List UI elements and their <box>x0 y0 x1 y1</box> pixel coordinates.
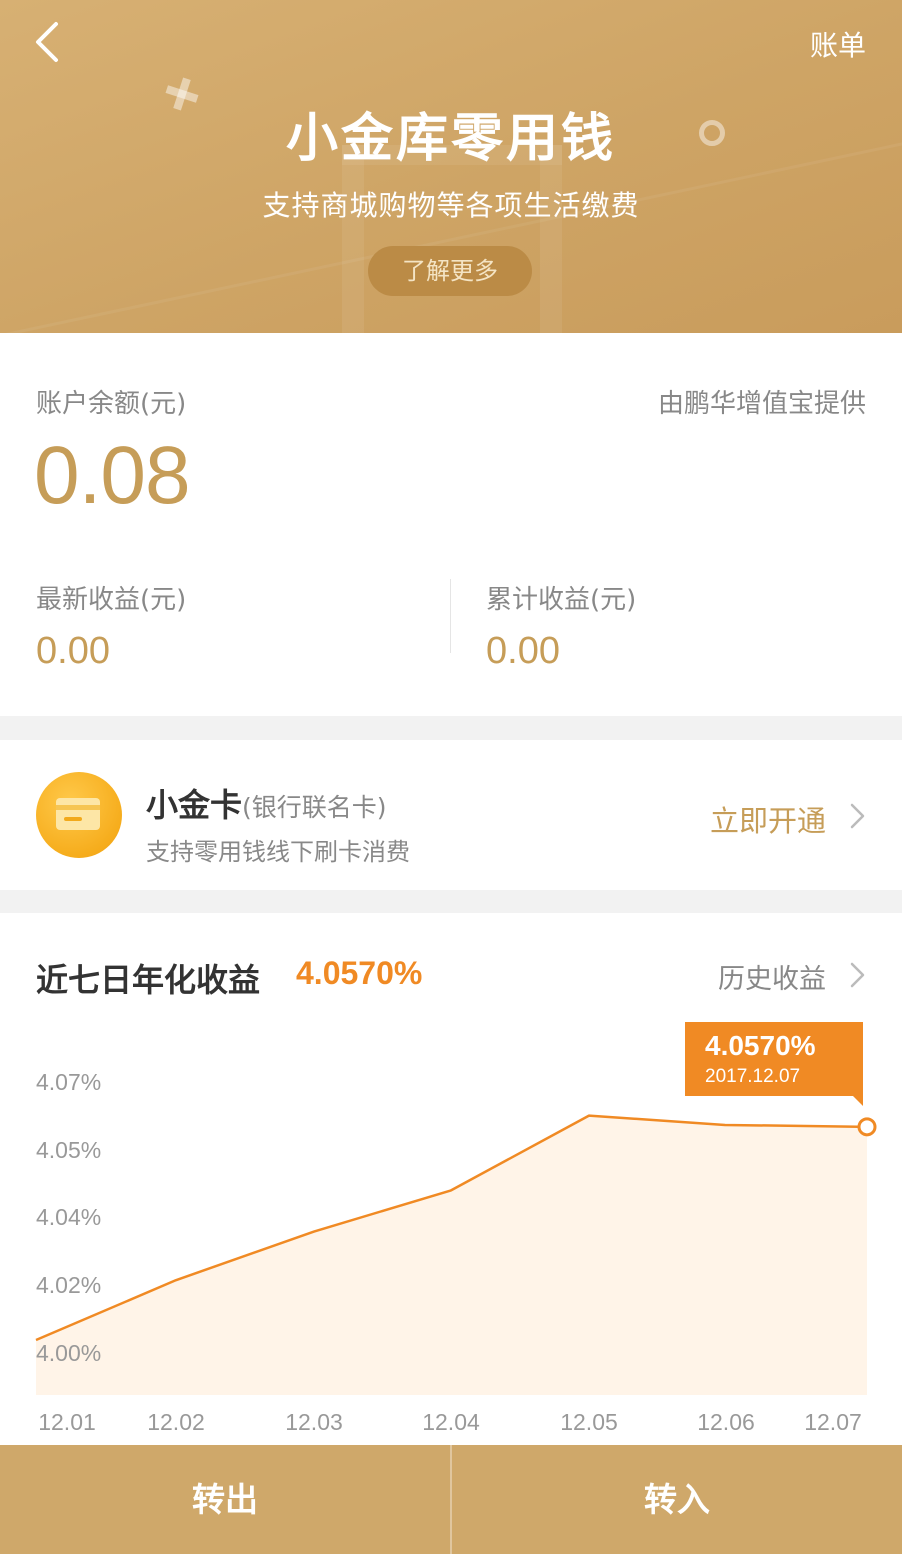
promo-title-main: 小金卡 <box>146 786 243 824</box>
open-now-link[interactable]: 立即开通 <box>710 798 826 840</box>
balance-label: 账户余额(元) <box>36 389 187 419</box>
x-tick-label: 12.05 <box>560 1409 618 1435</box>
bank-card-icon <box>36 772 122 858</box>
latest-earnings: 最新收益(元) 0.00 <box>36 579 186 673</box>
page-title: 小金库零用钱 <box>285 109 616 169</box>
x-tick-label: 12.01 <box>38 1409 96 1435</box>
yield-line-chart: 4.07% 4.05% 4.04% 4.02% 4.00% 12.01 12.02 12.03… <box>35 1069 877 1435</box>
promo-title-note: (银行联名卡) <box>242 793 387 822</box>
latest-earnings-value: 0.00 <box>36 630 110 672</box>
bottom-action-bar: 转出 转入 <box>0 1445 902 1554</box>
bill-link[interactable]: 账单 <box>810 24 866 64</box>
latest-earnings-label: 最新收益(元) <box>36 585 187 615</box>
total-earnings-value: 0.00 <box>486 630 560 672</box>
promo-description: 支持零用钱线下刷卡消费 <box>146 838 410 866</box>
tooltip-rate: 4.0570% <box>705 1030 816 1061</box>
x-tick-label: 12.04 <box>422 1409 480 1435</box>
x-tick-label: 12.03 <box>285 1409 343 1435</box>
total-earnings: 累计收益(元) 0.00 <box>486 579 636 673</box>
gold-card-promo[interactable]: 小金卡(银行联名卡) 支持零用钱线下刷卡消费 立即开通 <box>0 740 902 890</box>
y-tick-label: 4.04% <box>36 1204 101 1230</box>
highlight-point <box>857 1117 877 1137</box>
total-earnings-label: 累计收益(元) <box>486 585 637 615</box>
x-tick-label: 12.06 <box>697 1409 755 1435</box>
promo-title: 小金卡(银行联名卡) <box>146 780 387 826</box>
banner-decoration <box>540 145 562 333</box>
y-tick-label: 4.07% <box>36 1069 101 1095</box>
transfer-out-button[interactable]: 转出 <box>0 1445 450 1554</box>
x-tick-label: 12.07 <box>804 1409 862 1435</box>
back-button[interactable] <box>30 18 70 66</box>
y-tick-label: 4.05% <box>36 1137 101 1163</box>
yield-chart-card: 近七日年化收益 4.0570% 历史收益 4.07% 4.05% 4.04% 4.02… <box>0 913 902 1445</box>
header-banner: 账单 小金库零用钱 支持商城购物等各项生活缴费 了解更多 <box>0 0 902 333</box>
y-tick-label: 4.00% <box>36 1340 101 1366</box>
learn-more-button[interactable]: 了解更多 <box>368 246 532 296</box>
tooltip-date: 2017.12.07 <box>705 1066 801 1087</box>
banner-decoration <box>342 145 364 333</box>
balance-value: 0.08 <box>34 430 191 521</box>
chevron-left-icon <box>36 22 58 62</box>
chart-tooltip: 4.0570% 2017.12.07 <box>685 1022 863 1106</box>
x-tick-label: 12.02 <box>147 1409 205 1435</box>
chart-area <box>36 1115 867 1395</box>
transfer-in-button[interactable]: 转入 <box>452 1445 902 1554</box>
chevron-right-icon <box>848 802 866 830</box>
divider <box>450 579 451 653</box>
y-tick-label: 4.02% <box>36 1272 101 1298</box>
page-subtitle: 支持商城购物等各项生活缴费 <box>262 189 640 222</box>
balance-card: 账户余额(元) 由鹏华增值宝提供 0.08 最新收益(元) 0.00 累计收益(… <box>0 333 902 716</box>
provider-text: 由鹏华增值宝提供 <box>657 389 866 419</box>
